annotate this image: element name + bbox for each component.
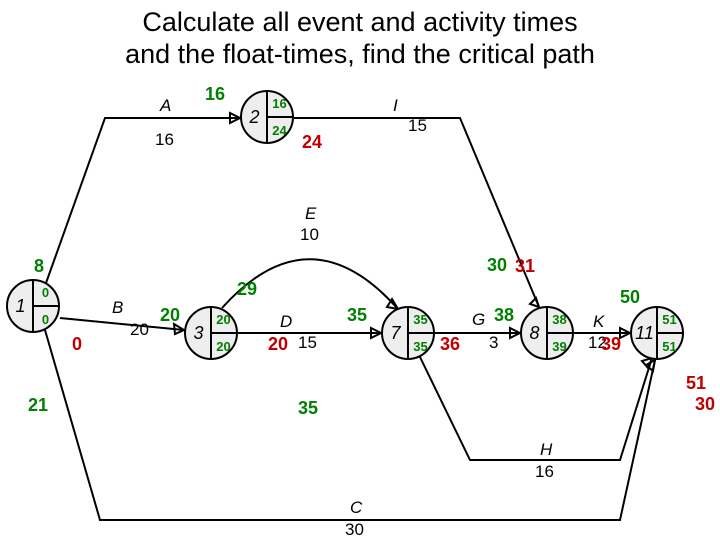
ann-50-green: 50: [620, 287, 640, 308]
edge-i-label: I: [393, 96, 398, 116]
node-3-id: 3: [186, 308, 211, 358]
edge-h-dur: 16: [535, 462, 554, 482]
node-11-id: 11: [632, 308, 657, 358]
ann-35-green: 35: [347, 305, 367, 326]
edge-d-dur: 15: [298, 333, 317, 353]
node-2: 2 16 24: [240, 90, 294, 144]
node-1-lt: 0: [33, 312, 58, 327]
edge-b-label: B: [112, 298, 123, 318]
node-7-lt: 35: [408, 339, 433, 354]
node-1-id: 1: [8, 281, 33, 331]
ann-39-red: 39: [601, 334, 621, 355]
edge-c-label: C: [350, 498, 362, 518]
edge-c-dur: 30: [345, 520, 364, 540]
node-1: 1 0 0: [6, 279, 60, 333]
ann-20-green: 20: [160, 305, 180, 326]
node-2-id: 2: [242, 92, 267, 142]
node-3-et: 20: [211, 312, 236, 327]
node-7-id: 7: [383, 308, 408, 358]
ann-36-red: 36: [440, 334, 460, 355]
edge-i-dur: 15: [408, 116, 427, 136]
node-2-lt: 24: [267, 123, 292, 138]
ann-31-red: 31: [515, 256, 535, 277]
ann-30-green: 30: [487, 255, 507, 276]
edge-e-label: E: [305, 204, 316, 224]
node-11-lt: 51: [657, 339, 682, 354]
ann-21-green: 21: [28, 395, 48, 416]
ann-51-red-low: 51: [686, 373, 706, 394]
edge-g-dur: 3: [489, 333, 498, 353]
ann-38-green: 38: [494, 305, 514, 326]
edge-g-label: G: [472, 310, 485, 330]
edge-d-label: D: [280, 312, 292, 332]
ann-16-green: 16: [205, 84, 225, 105]
node-8: 8 38 39: [520, 306, 574, 360]
node-7-et: 35: [408, 312, 433, 327]
node-8-et: 38: [547, 312, 572, 327]
ann-0-red: 0: [72, 334, 82, 355]
node-7: 7 35 35: [381, 306, 435, 360]
node-2-et: 16: [267, 96, 292, 111]
node-3-lt: 20: [211, 339, 236, 354]
ann-30-red: 30: [695, 394, 715, 415]
node-8-id: 8: [522, 308, 547, 358]
edge-k-label: K: [593, 312, 604, 332]
ann-35-green-center: 35: [298, 398, 318, 419]
ann-8-green: 8: [34, 256, 44, 277]
cpm-diagram: 1 0 0 2 16 24 3 20 20 7 35 35 8 38 39 11…: [0, 0, 720, 540]
edge-lines: [0, 0, 720, 540]
edge-a-label: A: [160, 96, 171, 116]
node-8-lt: 39: [547, 339, 572, 354]
ann-20-red: 20: [268, 334, 288, 355]
edge-h-label: H: [540, 440, 552, 460]
edge-a-dur: 16: [155, 130, 174, 150]
edge-e-dur: 10: [300, 225, 319, 245]
node-1-et: 0: [33, 285, 58, 300]
ann-29-green: 29: [237, 279, 257, 300]
edge-b-dur: 20: [130, 320, 149, 340]
node-3: 3 20 20: [184, 306, 238, 360]
ann-24-red: 24: [302, 132, 322, 153]
node-11: 11 51 51: [630, 306, 684, 360]
node-11-et: 51: [657, 312, 682, 327]
